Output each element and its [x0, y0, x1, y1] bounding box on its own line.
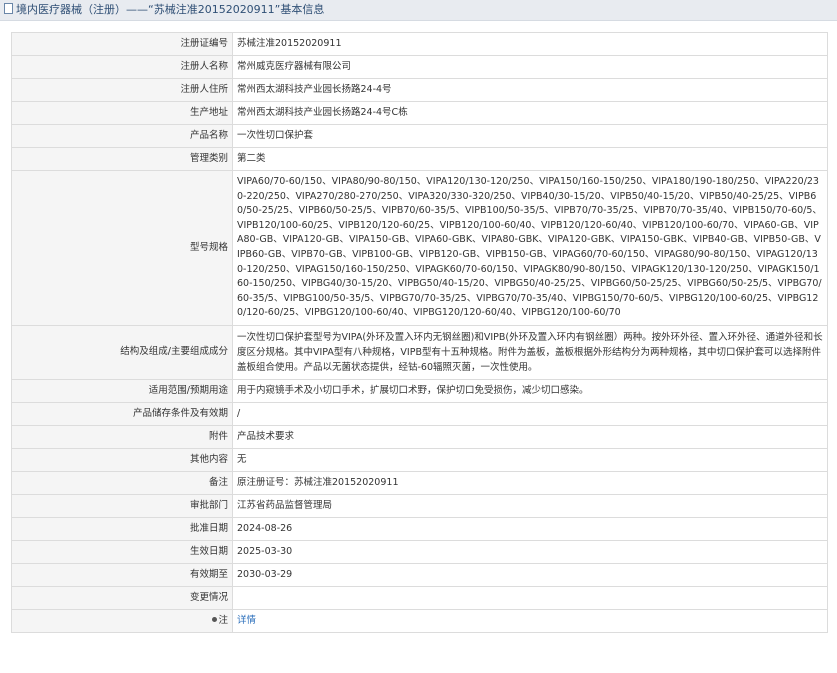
table-row: 产品储存条件及有效期 /	[11, 401, 828, 426]
table-row: 注册人住所 常州西太湖科技产业园长扬路24-4号	[11, 78, 828, 102]
table-row: 注 详情	[11, 608, 828, 633]
table-row: 结构及组成/主要组成成分 一次性切口保护套型号为VIPA(外环及置入环内无钢丝圈…	[11, 324, 828, 380]
note-bullet-icon	[212, 616, 218, 622]
row-value: VIPA60/70-60/150、VIPA80/90-80/150、VIPA12…	[232, 170, 828, 326]
row-value	[232, 585, 828, 610]
note-label: 注	[11, 608, 233, 633]
row-label: 注册人住所	[11, 78, 233, 102]
row-value: 用于内窥镜手术及小切口手术，扩展切口术野，保护切口免受损伤，减少切口感染。	[232, 378, 828, 403]
row-value: 2025-03-30	[232, 539, 828, 564]
row-value: /	[232, 401, 828, 426]
row-value: 常州威克医疗器械有限公司	[232, 55, 828, 79]
row-value: 第二类	[232, 147, 828, 171]
row-value: 苏械注准20152020911	[232, 32, 828, 56]
row-label: 产品名称	[11, 124, 233, 148]
row-value: 2024-08-26	[232, 516, 828, 541]
table-row: 变更情况	[11, 585, 828, 610]
row-value: 江苏省药品监督管理局	[232, 493, 828, 518]
row-value: 常州西太湖科技产业园长扬路24-4号C栋	[232, 101, 828, 125]
row-label: 生产地址	[11, 101, 233, 125]
row-value: 一次性切口保护套	[232, 124, 828, 148]
row-label: 审批部门	[11, 493, 233, 518]
row-value: 2030-03-29	[232, 562, 828, 587]
table-row: 适用范围/预期用途 用于内窥镜手术及小切口手术，扩展切口术野，保护切口免受损伤，…	[11, 378, 828, 403]
table-row: 注册证编号 苏械注准20152020911	[11, 32, 828, 56]
row-value: 产品技术要求	[232, 424, 828, 449]
note-value: 详情	[232, 608, 828, 633]
page-title: 境内医疗器械（注册）——“苏械注准20152020911”基本信息	[16, 3, 325, 16]
row-value: 一次性切口保护套型号为VIPA(外环及置入环内无钢丝圈)和VIPB(外环及置入环…	[232, 324, 828, 380]
table-row: 审批部门 江苏省药品监督管理局	[11, 493, 828, 518]
row-value: 无	[232, 447, 828, 472]
table-row: 备注 原注册证号：苏械注准20152020911	[11, 470, 828, 495]
row-value: 原注册证号：苏械注准20152020911	[232, 470, 828, 495]
table-row: 附件 产品技术要求	[11, 424, 828, 449]
table-row: 型号规格 VIPA60/70-60/150、VIPA80/90-80/150、V…	[11, 170, 828, 326]
row-label: 其他内容	[11, 447, 233, 472]
row-label: 备注	[11, 470, 233, 495]
row-label: 附件	[11, 424, 233, 449]
table-row: 注册人名称 常州威克医疗器械有限公司	[11, 55, 828, 79]
row-label: 生效日期	[11, 539, 233, 564]
row-label: 批准日期	[11, 516, 233, 541]
row-label: 管理类别	[11, 147, 233, 171]
table-row: 批准日期 2024-08-26	[11, 516, 828, 541]
row-label: 适用范围/预期用途	[11, 378, 233, 403]
row-value: 常州西太湖科技产业园长扬路24-4号	[232, 78, 828, 102]
table-row: 生产地址 常州西太湖科技产业园长扬路24-4号C栋	[11, 101, 828, 125]
table-row: 管理类别 第二类	[11, 147, 828, 171]
table-row: 有效期至 2030-03-29	[11, 562, 828, 587]
row-label: 变更情况	[11, 585, 233, 610]
details-link[interactable]: 详情	[237, 615, 256, 626]
table-row: 其他内容 无	[11, 447, 828, 472]
document-icon	[4, 3, 13, 14]
note-label-text: 注	[218, 614, 228, 626]
row-label: 注册人名称	[11, 55, 233, 79]
row-label: 有效期至	[11, 562, 233, 587]
info-table: 注册证编号 苏械注准20152020911 注册人名称 常州威克医疗器械有限公司…	[11, 32, 828, 633]
table-row: 产品名称 一次性切口保护套	[11, 124, 828, 148]
row-label: 型号规格	[11, 170, 233, 326]
row-label: 结构及组成/主要组成成分	[11, 324, 233, 380]
table-row: 生效日期 2025-03-30	[11, 539, 828, 564]
row-label: 产品储存条件及有效期	[11, 401, 233, 426]
row-label: 注册证编号	[11, 32, 233, 56]
page-title-bar: 境内医疗器械（注册）——“苏械注准20152020911”基本信息	[0, 0, 837, 21]
